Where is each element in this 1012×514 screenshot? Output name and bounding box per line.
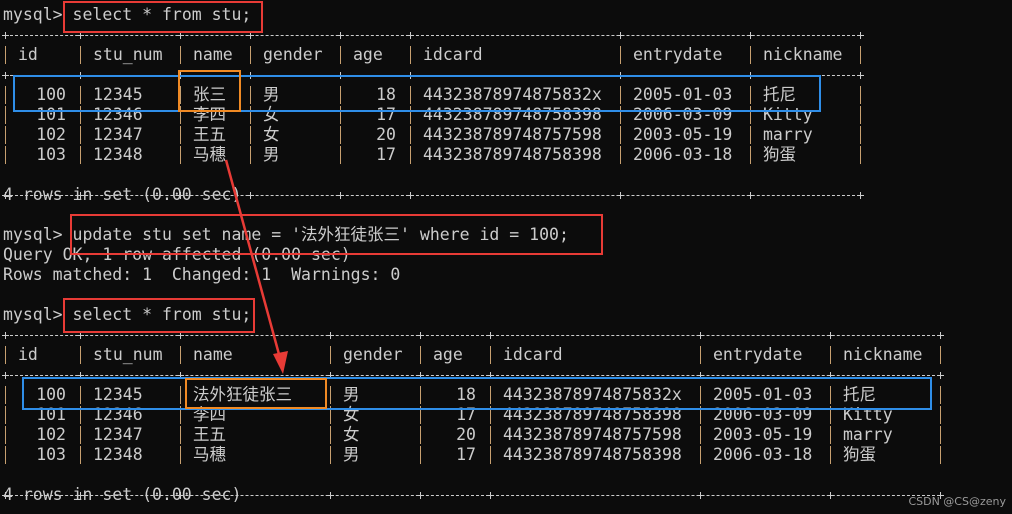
- arrow-line: [224, 159, 282, 359]
- arrow-annotation: [224, 159, 288, 374]
- watermark: CSDN @CS@zeny: [908, 495, 1006, 508]
- arrow-head-icon: [273, 351, 288, 374]
